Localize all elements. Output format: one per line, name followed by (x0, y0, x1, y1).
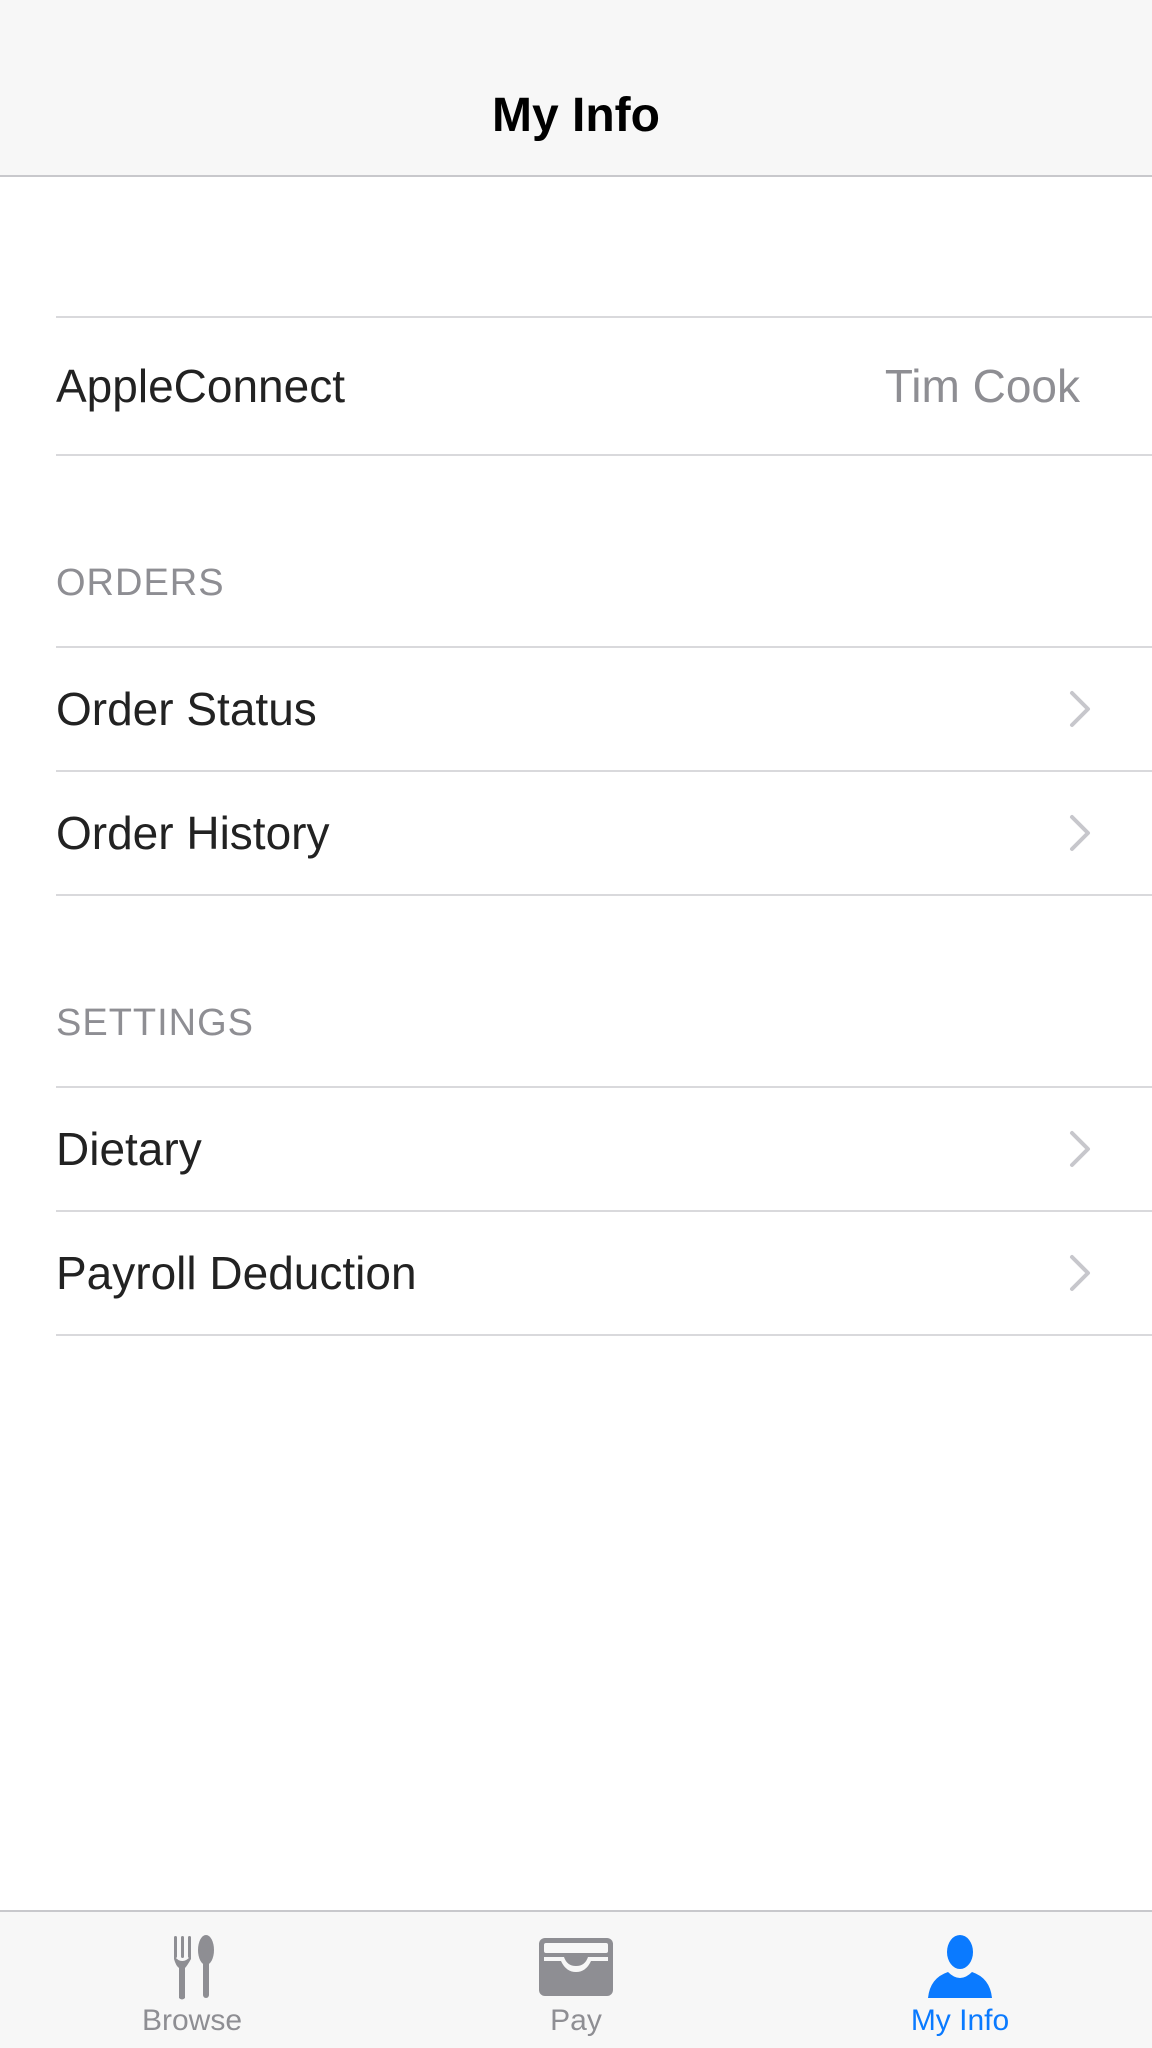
appleconnect-label: AppleConnect (56, 360, 345, 412)
tab-pay[interactable]: Pay (384, 1912, 768, 2048)
tab-pay-label: Pay (550, 2004, 602, 2037)
fork-spoon-icon (174, 1935, 214, 2000)
chevron-right-icon (1070, 1131, 1090, 1167)
divider (56, 1334, 1152, 1336)
my-info-screen: My Info AppleConnect Tim Cook ORDERS Ord… (0, 0, 1152, 2048)
tab-browse[interactable]: Browse (0, 1912, 384, 2048)
orders-section-header: ORDERS (56, 562, 225, 604)
dietary-label: Dietary (56, 1123, 202, 1175)
tab-bar: Browse Pay My Info (0, 1910, 1152, 2048)
settings-section-header: SETTINGS (56, 1002, 255, 1044)
appleconnect-user-value: Tim Cook (884, 360, 1080, 412)
wallet-card-icon (539, 1938, 613, 1996)
chevron-right-icon (1070, 1255, 1090, 1291)
divider (56, 454, 1152, 456)
divider (56, 894, 1152, 896)
page-title: My Info (492, 89, 660, 142)
chevron-right-icon (1070, 815, 1090, 851)
order-history-label: Order History (56, 807, 330, 859)
order-status-row[interactable]: Order Status (0, 648, 1152, 770)
person-icon (928, 1935, 992, 1998)
chevron-right-icon (1070, 691, 1090, 727)
payroll-deduction-label: Payroll Deduction (56, 1247, 417, 1299)
navigation-bar: My Info (0, 0, 1152, 177)
order-history-row[interactable]: Order History (0, 772, 1152, 894)
payroll-deduction-row[interactable]: Payroll Deduction (0, 1212, 1152, 1334)
tab-browse-label: Browse (141, 2004, 243, 2037)
tab-my-info[interactable]: My Info (768, 1912, 1152, 2048)
dietary-row[interactable]: Dietary (0, 1088, 1152, 1210)
appleconnect-row[interactable]: AppleConnect Tim Cook (0, 318, 1152, 454)
order-status-label: Order Status (56, 683, 317, 735)
tab-my-info-label: My Info (910, 2004, 1010, 2037)
